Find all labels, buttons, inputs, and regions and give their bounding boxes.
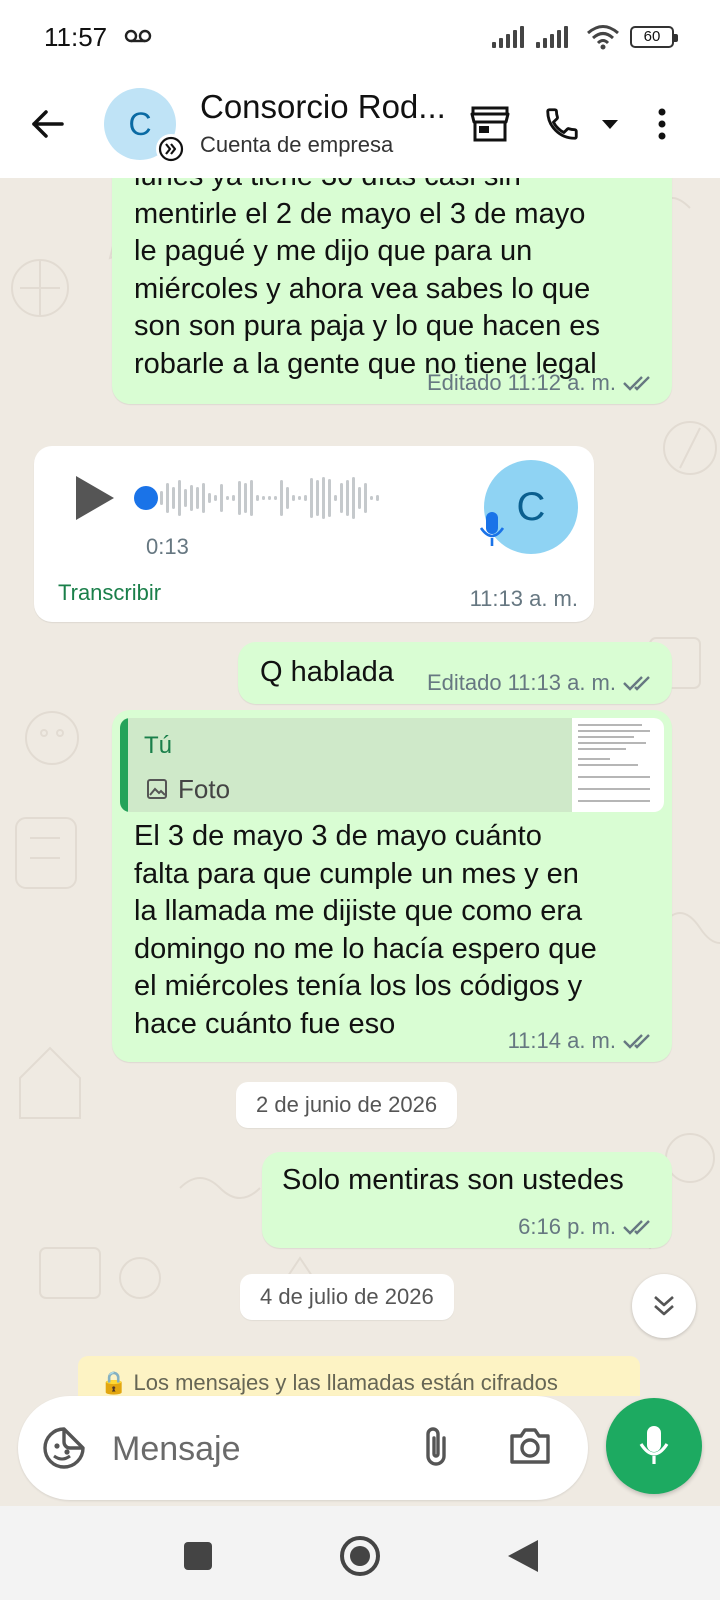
outgoing-reply-message[interactable]: Tú Foto El 3 de mayo 3 de mayo cuánto fa… bbox=[112, 710, 672, 1062]
contact-name[interactable]: Consorcio Rod... bbox=[200, 88, 450, 126]
wifi-icon bbox=[587, 25, 619, 50]
dropdown-caret-icon[interactable] bbox=[590, 102, 630, 146]
message-text: Q hablada bbox=[260, 656, 394, 688]
more-vert-icon[interactable] bbox=[642, 102, 682, 146]
outgoing-message[interactable]: Solo mentiras son ustedes 6:16 p. m. bbox=[262, 1152, 672, 1248]
message-meta: 11:14 a. m. bbox=[508, 1028, 656, 1054]
play-icon[interactable] bbox=[72, 474, 116, 522]
phone-icon[interactable] bbox=[540, 102, 584, 146]
camera-icon[interactable] bbox=[508, 1426, 552, 1466]
business-badge-icon bbox=[156, 134, 186, 164]
photo-icon bbox=[147, 779, 167, 799]
outgoing-message[interactable]: Q hablada Editado 11:13 a. m. bbox=[238, 642, 672, 704]
status-bar: 11:57 60 bbox=[0, 0, 720, 80]
date-separator: 4 de julio de 2026 bbox=[240, 1274, 454, 1320]
message-line: la llamada me dijiste que como era bbox=[134, 895, 583, 927]
back-button[interactable] bbox=[506, 1538, 540, 1574]
message-text: El 3 de mayo 3 de mayo cuánto falta para… bbox=[134, 818, 654, 1043]
message-composer: Mensaje bbox=[18, 1396, 588, 1500]
quote-accent-bar bbox=[120, 718, 128, 812]
message-line: falta para que cumple un mes y en bbox=[134, 857, 579, 890]
message-line: le pagué y me dijo que para un bbox=[134, 235, 533, 267]
mic-icon bbox=[639, 1426, 669, 1464]
sender-avatar-letter: C bbox=[516, 484, 546, 529]
message-text: Solo mentiras son ustedes bbox=[282, 1164, 624, 1196]
status-time: 11:57 bbox=[44, 22, 108, 52]
message-meta: Editado 11:13 a. m. bbox=[427, 670, 656, 696]
double-check-icon bbox=[623, 1220, 650, 1235]
voice-record-button[interactable] bbox=[606, 1398, 702, 1494]
message-time: 11:13 a. m. bbox=[469, 586, 578, 611]
store-icon[interactable] bbox=[468, 102, 512, 146]
avatar-letter: C bbox=[128, 105, 152, 142]
message-time: 11:12 a. m. bbox=[507, 370, 616, 395]
audio-waveform[interactable] bbox=[160, 476, 379, 520]
message-meta: Editado 11:12 a. m. bbox=[427, 370, 656, 396]
double-check-icon bbox=[623, 1034, 650, 1049]
quote-label: Foto bbox=[178, 774, 231, 804]
scroll-to-bottom-button[interactable] bbox=[632, 1274, 696, 1338]
message-input[interactable]: Mensaje bbox=[112, 1430, 241, 1469]
signal-icon bbox=[492, 26, 524, 48]
double-check-icon bbox=[623, 676, 650, 691]
back-arrow-icon[interactable] bbox=[28, 104, 68, 144]
message-line: miércoles y ahora vea sabes lo que bbox=[134, 272, 591, 305]
sticker-icon[interactable] bbox=[42, 1426, 86, 1470]
attach-icon[interactable] bbox=[416, 1424, 456, 1470]
home-button-dot bbox=[350, 1546, 370, 1566]
message-time: 6:16 p. m. bbox=[518, 1214, 616, 1239]
chat-area[interactable]: lunes ya tiene 30 días casi sin mentirle… bbox=[0, 178, 720, 1396]
transcribe-link[interactable]: Transcribir bbox=[58, 580, 161, 606]
encryption-text: Los mensajes y las llamadas están cifrad… bbox=[133, 1370, 558, 1395]
edited-label: Editado bbox=[426, 370, 502, 395]
message-line: mentirle el 2 de mayo el 3 de mayo bbox=[134, 197, 586, 230]
quote-author: Tú bbox=[144, 732, 173, 759]
incoming-voice-message[interactable]: 0:13 C Transcribir 11:13 a. m. bbox=[34, 446, 594, 622]
battery-level: 60 bbox=[643, 28, 661, 45]
contact-subtitle: Cuenta de empresa bbox=[200, 132, 394, 157]
date-separator: 2 de junio de 2026 bbox=[236, 1082, 458, 1128]
home-button[interactable] bbox=[340, 1536, 380, 1576]
message-line: son son pura paja y lo que hacen es bbox=[134, 310, 600, 342]
chat-header: C Consorcio Rod... Cuenta de empresa bbox=[0, 80, 720, 178]
recents-button[interactable] bbox=[184, 1542, 212, 1570]
playback-handle[interactable] bbox=[134, 486, 158, 510]
edited-label: Editado bbox=[426, 670, 502, 695]
system-navigation-bar bbox=[0, 1506, 720, 1600]
message-line: el miércoles tenía los los códigos y bbox=[134, 970, 583, 1002]
message-text: lunes ya tiene 30 días casi sin mentirle… bbox=[134, 178, 654, 383]
outgoing-message[interactable]: lunes ya tiene 30 días casi sin mentirle… bbox=[112, 178, 672, 404]
message-meta: 6:16 p. m. bbox=[518, 1214, 656, 1240]
mic-icon bbox=[479, 512, 505, 546]
photo-thumbnail bbox=[572, 718, 664, 812]
battery-icon: 60 bbox=[630, 26, 678, 48]
encryption-notice[interactable]: 🔒 Los mensajes y las llamadas están cifr… bbox=[78, 1356, 640, 1396]
double-check-icon bbox=[623, 376, 650, 391]
message-time: 11:14 a. m. bbox=[507, 1028, 616, 1053]
lock-icon: 🔒 bbox=[100, 1370, 134, 1395]
quoted-photo[interactable]: Tú Foto bbox=[120, 718, 664, 812]
voicemail-icon bbox=[124, 29, 152, 43]
message-time: 11:13 a. m. bbox=[507, 670, 616, 695]
message-line: domingo no me lo hacía espero que bbox=[134, 932, 597, 965]
message-line: El 3 de mayo 3 de mayo cuánto bbox=[134, 820, 542, 852]
voice-duration: 0:13 bbox=[146, 534, 189, 559]
message-line: lunes ya tiene 30 días casi sin bbox=[134, 178, 654, 196]
double-chevron-down-icon bbox=[654, 1296, 674, 1316]
signal-icon bbox=[536, 26, 568, 48]
